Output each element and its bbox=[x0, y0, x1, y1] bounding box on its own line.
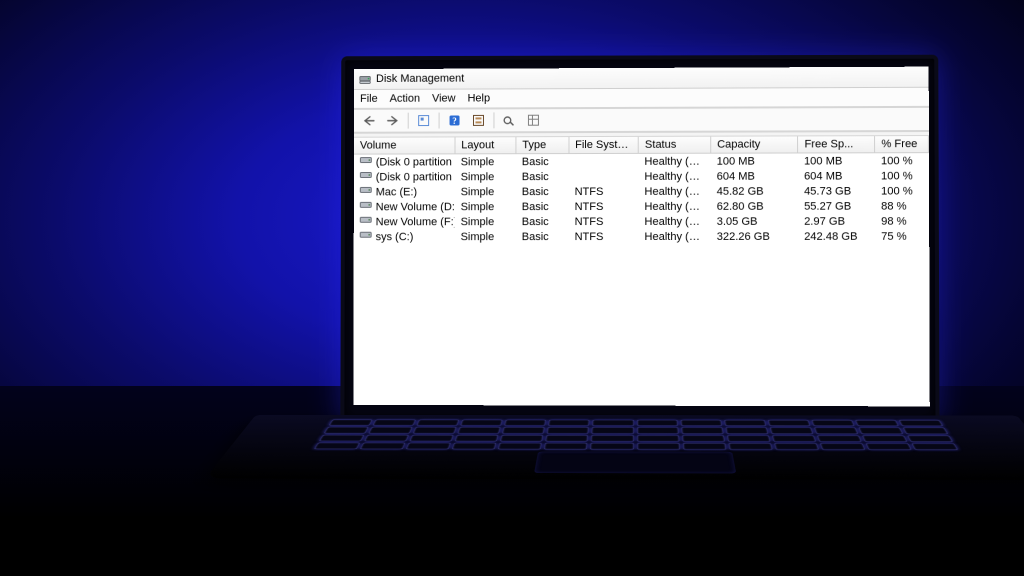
cell-pct: 88 % bbox=[875, 198, 929, 213]
cell-layout: Simple bbox=[455, 214, 516, 229]
cell-layout: Simple bbox=[455, 184, 516, 199]
properties-button[interactable] bbox=[413, 111, 435, 131]
properties-icon bbox=[417, 114, 431, 128]
disk-icon bbox=[360, 170, 372, 183]
cell-volume: (Disk 0 partition 6) bbox=[376, 171, 455, 183]
cell-status: Healthy (R... bbox=[638, 169, 710, 184]
keyboard bbox=[314, 420, 958, 450]
cell-layout: Simple bbox=[455, 169, 516, 184]
window-title: Disk Management bbox=[376, 73, 464, 85]
cell-free: 100 MB bbox=[798, 153, 875, 169]
cell-volume: Mac (E:) bbox=[376, 186, 417, 198]
cell-layout: Simple bbox=[455, 199, 516, 214]
volume-list[interactable]: Volume Layout Type File System Status Ca… bbox=[353, 136, 929, 406]
menu-file[interactable]: File bbox=[360, 93, 378, 105]
cell-volume: (Disk 0 partition 1) bbox=[376, 156, 455, 168]
cell-fs: NTFS bbox=[569, 199, 639, 214]
column-headers[interactable]: Volume Layout Type File System Status Ca… bbox=[354, 136, 928, 154]
forward-button[interactable] bbox=[382, 111, 404, 131]
cell-fs: NTFS bbox=[569, 184, 639, 199]
cell-status: Healthy (B... bbox=[638, 229, 710, 244]
cell-status: Healthy (E... bbox=[638, 153, 710, 169]
touchpad bbox=[534, 452, 736, 474]
table-row[interactable]: sys (C:) SimpleBasicNTFSHealthy (B...322.… bbox=[354, 229, 929, 245]
menu-action[interactable]: Action bbox=[390, 93, 420, 105]
cell-capacity: 62.80 GB bbox=[711, 199, 798, 214]
menubar: File Action View Help bbox=[354, 88, 929, 109]
col-capacity[interactable]: Capacity bbox=[711, 136, 798, 153]
svg-text:?: ? bbox=[452, 116, 456, 126]
cell-capacity: 322.26 GB bbox=[711, 229, 798, 244]
disk-management-window: Disk Management File Action View Help bbox=[353, 67, 929, 407]
app-icon bbox=[358, 72, 372, 86]
menu-view[interactable]: View bbox=[432, 93, 456, 105]
col-layout[interactable]: Layout bbox=[455, 137, 516, 154]
cell-type: Basic bbox=[516, 214, 569, 229]
cell-type: Basic bbox=[516, 169, 569, 184]
back-button[interactable] bbox=[358, 111, 380, 131]
cell-free: 242.48 GB bbox=[798, 229, 875, 244]
cell-capacity: 3.05 GB bbox=[711, 214, 798, 229]
cell-free: 2.97 GB bbox=[798, 214, 875, 229]
cell-type: Basic bbox=[516, 184, 569, 199]
cell-capacity: 45.82 GB bbox=[711, 184, 798, 199]
cell-volume: sys (C:) bbox=[376, 231, 414, 243]
cell-pct: 100 % bbox=[875, 183, 929, 198]
cell-status: Healthy (B... bbox=[638, 199, 710, 214]
cell-pct: 100 % bbox=[875, 168, 929, 183]
cell-fs bbox=[569, 169, 639, 184]
cell-type: Basic bbox=[516, 229, 569, 244]
menu-help[interactable]: Help bbox=[467, 92, 490, 104]
details-icon bbox=[526, 113, 540, 127]
titlebar[interactable]: Disk Management bbox=[354, 67, 929, 90]
toolbar: ? bbox=[354, 108, 929, 133]
forward-arrow-icon bbox=[386, 115, 400, 127]
cell-status: Healthy (B... bbox=[638, 184, 710, 199]
laptop: Disk Management File Action View Help bbox=[255, 55, 942, 537]
cell-capacity: 604 MB bbox=[711, 169, 798, 184]
cell-volume: New Volume (F:) bbox=[376, 216, 455, 228]
cell-layout: Simple bbox=[455, 229, 516, 244]
disk-icon bbox=[360, 200, 372, 213]
cell-pct: 100 % bbox=[875, 153, 929, 169]
cell-pct: 98 % bbox=[875, 214, 929, 229]
list-icon bbox=[502, 113, 516, 127]
cell-fs: NTFS bbox=[569, 229, 639, 244]
col-status[interactable]: Status bbox=[638, 137, 710, 154]
back-arrow-icon bbox=[362, 115, 376, 127]
details-button[interactable] bbox=[522, 110, 544, 130]
col-free[interactable]: Free Sp... bbox=[798, 136, 875, 153]
cell-free: 55.27 GB bbox=[798, 199, 875, 214]
disk-icon bbox=[360, 185, 372, 198]
col-type[interactable]: Type bbox=[516, 137, 569, 154]
list-button[interactable] bbox=[498, 110, 520, 130]
cell-type: Basic bbox=[516, 154, 569, 170]
cell-pct: 75 % bbox=[875, 229, 929, 244]
help-button[interactable]: ? bbox=[444, 110, 466, 130]
table-row[interactable]: (Disk 0 partition 1)SimpleBasic Healthy (… bbox=[354, 153, 929, 170]
refresh-icon bbox=[471, 113, 485, 127]
table-row[interactable]: (Disk 0 partition 6)SimpleBasic Healthy (… bbox=[354, 168, 929, 184]
cell-free: 45.73 GB bbox=[798, 183, 875, 198]
cell-capacity: 100 MB bbox=[711, 153, 798, 169]
help-icon: ? bbox=[448, 113, 462, 127]
cell-free: 604 MB bbox=[798, 168, 875, 183]
col-volume[interactable]: Volume bbox=[354, 137, 455, 154]
cell-status: Healthy (B... bbox=[638, 214, 710, 229]
table-row[interactable]: New Volume (D:)SimpleBasicNTFSHealthy (B… bbox=[354, 198, 929, 214]
cell-fs bbox=[569, 153, 639, 169]
cell-type: Basic bbox=[516, 199, 569, 214]
col-filesystem[interactable]: File System bbox=[569, 137, 639, 154]
cell-layout: Simple bbox=[455, 154, 516, 170]
disk-icon bbox=[360, 230, 372, 243]
cell-volume: New Volume (D:) bbox=[376, 201, 455, 213]
table-row[interactable]: New Volume (F:)SimpleBasicNTFSHealthy (B… bbox=[354, 214, 929, 230]
col-pct[interactable]: % Free bbox=[875, 136, 929, 153]
refresh-button[interactable] bbox=[467, 110, 489, 130]
table-row[interactable]: Mac (E:) SimpleBasicNTFSHealthy (B...45.8… bbox=[354, 183, 929, 199]
cell-fs: NTFS bbox=[569, 214, 639, 229]
disk-icon bbox=[360, 156, 372, 169]
disk-icon bbox=[360, 215, 372, 228]
